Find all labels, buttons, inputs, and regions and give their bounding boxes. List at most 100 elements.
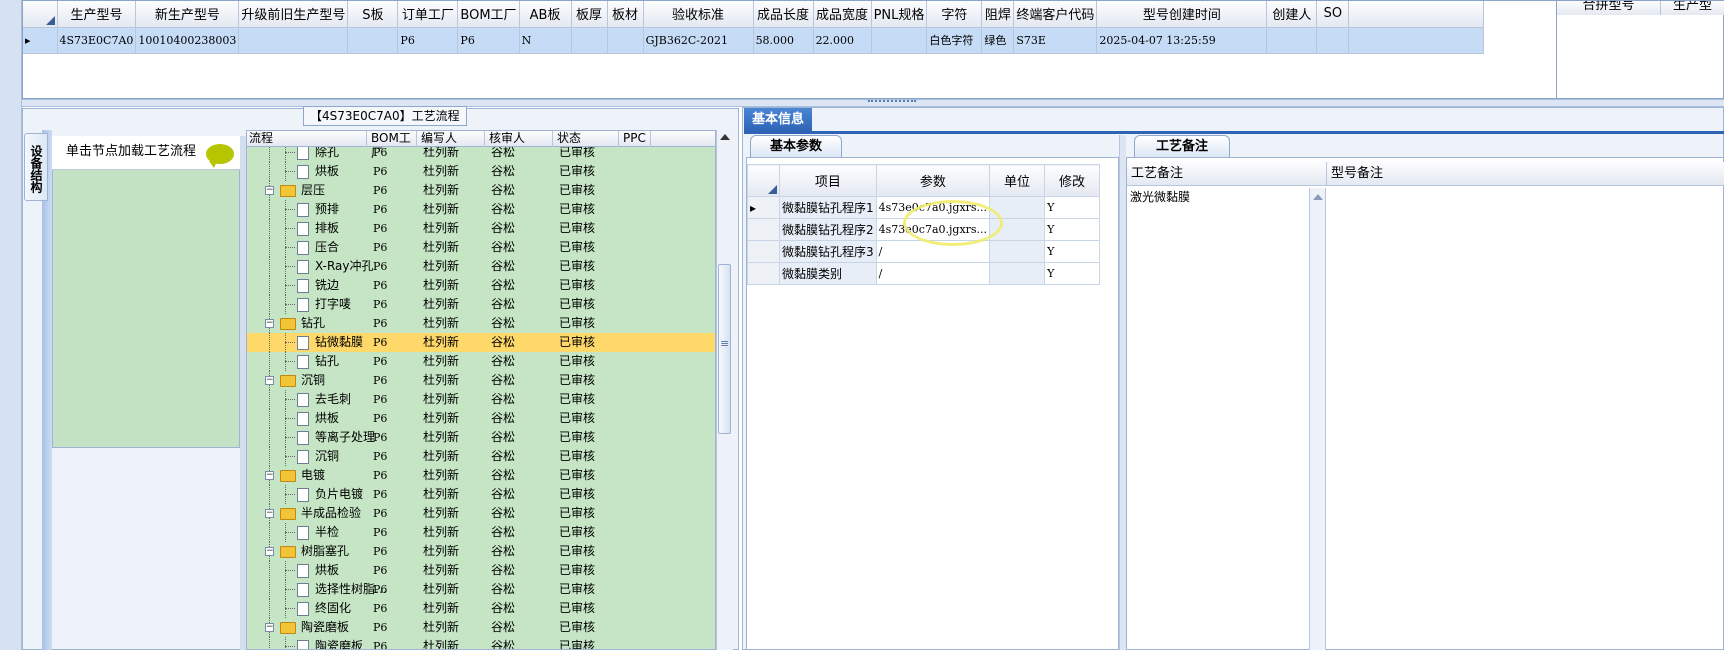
row-indicator-icon[interactable] [747,262,780,285]
tree-row[interactable]: 选择性树脂… P6 杜列新 谷松 已审核 [247,580,715,599]
grid-cell[interactable] [1316,27,1350,54]
grid-cell[interactable] [238,27,349,54]
params-row[interactable]: 微黏膜钻孔程序3/Y [747,240,1101,263]
tree-scroll-thumb[interactable] [718,264,731,434]
params-column-header[interactable]: 参数 [875,164,991,197]
scroll-up-icon[interactable] [1313,194,1323,200]
column-header[interactable]: PNL规格 [871,1,928,28]
scroll-up-icon[interactable] [720,134,730,140]
product-grid[interactable]: 生产型号 新生产型号 升级前旧生产型号 S板 订单工厂 BOM工厂 AB板 板厚 板材 验收标准成… [22,0,1558,99]
tree-row[interactable]: − 树脂塞孔 P6 杜列新 谷松 已审核 [247,542,715,561]
tree-row[interactable]: 铣边 P6 杜列新 谷松 已审核 [247,276,715,295]
grid-cell[interactable] [871,27,928,54]
params-cell-unit[interactable] [989,240,1046,263]
tree-row[interactable]: 等离子处理 P6 杜列新 谷松 已审核 [247,428,715,447]
column-header[interactable]: BOM工厂 [457,1,520,28]
grid-cell[interactable]: P6 [397,27,459,54]
tree-row[interactable]: − 电镀 P6 杜列新 谷松 已审核 [247,466,715,485]
grid-cell[interactable] [571,27,608,54]
grid-cell[interactable] [347,27,399,54]
tree-column-header[interactable]: 核审人 [485,131,553,147]
params-column-header[interactable]: 单位 [989,164,1046,197]
grid-cell[interactable] [607,27,644,54]
tree-row[interactable]: 预排 P6 杜列新 谷松 已审核 [247,200,715,219]
splitter-grip-icon[interactable] [868,100,916,105]
column-header[interactable]: AB板 [519,1,572,28]
tree-column-header[interactable]: PPC [619,131,651,147]
grid-cell[interactable] [1266,27,1318,54]
collapse-icon[interactable]: − [265,376,274,385]
tree-row[interactable]: 终固化 P6 杜列新 谷松 已审核 [247,599,715,618]
tree-row[interactable]: 负片电镀 P6 杜列新 谷松 已审核 [247,485,715,504]
params-cell-mod[interactable]: Y [1044,218,1101,241]
params-cell-param[interactable]: / [875,262,991,285]
tree-column-header[interactable]: BOM工厂 [367,131,417,160]
collapse-icon[interactable]: − [265,623,274,632]
column-header[interactable]: 字符 [926,1,983,28]
tree-column-header[interactable]: 状态 [553,131,619,147]
process-note-text[interactable]: 激光微黏膜 [1130,188,1190,205]
tree-row[interactable]: 沉铜 P6 杜列新 谷松 已审核 [247,447,715,466]
tree-row[interactable]: − 沉铜 P6 杜列新 谷松 已审核 [247,371,715,390]
column-header[interactable]: SO [1316,1,1350,28]
grid-selected-row[interactable]: ▸ 4S73E0C7A0 10010400238003 P6 P6 N GJB362C-20… [23,27,1485,54]
tree-row[interactable]: 烘板 P6 杜列新 谷松 已审核 [247,561,715,580]
params-column-header[interactable]: 项目 [779,164,877,197]
tree-column-header[interactable]: 编写人 [417,131,485,147]
row-indicator-icon[interactable] [747,240,780,263]
params-splitter[interactable] [1119,135,1126,650]
column-header[interactable]: 终端客户代码 [1013,1,1098,28]
tree-row[interactable]: 烘板 P6 杜列新 谷松 已审核 [247,409,715,428]
tree-row[interactable]: − 半成品检验 P6 杜列新 谷松 已审核 [247,504,715,523]
process-tree-grid[interactable]: 除孔 P6 杜列新 谷松 已审核 烘板 P6 杜列新 谷松 已审核 − 层压 P6 杜列新 谷松 已审核 预排 P… [246,130,716,650]
tree-row[interactable]: 钻微黏膜 P6 杜列新 谷松 已审核 [247,333,715,352]
tab-basic-info[interactable]: 基本信息 [744,108,813,132]
column-header[interactable]: 成品长度 [753,1,814,28]
column-header[interactable]: 阻焊 [981,1,1015,28]
column-header[interactable]: S板 [347,1,399,28]
tree-row[interactable]: 陶瓷磨板 P6 杜列新 谷松 已审核 [247,637,715,649]
tree-row[interactable]: 钻孔 P6 杜列新 谷松 已审核 [247,352,715,371]
merge-model-grid[interactable]: 合拼型号 生产型 [1556,0,1724,99]
tab-basic-params[interactable]: 基本参数 [750,135,842,157]
tree-column-header[interactable]: 流程 [249,131,367,147]
grid-cell[interactable]: GJB362C-2021 [643,27,754,54]
grid-cell[interactable]: 绿色 [981,27,1015,54]
tree-row[interactable]: 打字唛 P6 杜列新 谷松 已审核 [247,295,715,314]
params-cell-mod[interactable]: Y [1044,262,1101,285]
row-indicator-icon[interactable] [747,218,780,241]
tree-row[interactable]: − 陶瓷磨板 P6 杜列新 谷松 已审核 [247,618,715,637]
tree-row[interactable]: 烘板 P6 杜列新 谷松 已审核 [247,162,715,181]
collapse-icon[interactable]: − [265,471,274,480]
grid-cell[interactable]: 白色字符 [926,27,983,54]
collapse-icon[interactable]: − [265,186,274,195]
tab-process-notes[interactable]: 工艺备注 [1134,135,1230,157]
notes-scrollbar[interactable] [1309,188,1326,650]
tree-row[interactable]: − 层压 P6 杜列新 谷松 已审核 [247,181,715,200]
collapse-icon[interactable]: − [265,509,274,518]
tree-row[interactable]: X-Ray冲孔 P6 杜列新 谷松 已审核 [247,257,715,276]
grid-cell[interactable]: 4S73E0C7A0 [57,27,137,54]
params-row[interactable]: 微黏膜类别 / Y [747,262,1101,285]
column-header[interactable]: 板材 [607,1,644,28]
column-header[interactable]: 验收标准 [643,1,754,28]
collapse-icon[interactable]: − [265,547,274,556]
column-header[interactable]: 创建人 [1266,1,1318,28]
grid-cell[interactable]: 22.000 [813,27,872,54]
tree-row[interactable]: 半检 P6 杜列新 谷松 已审核 [247,523,715,542]
chat-bubble-icon[interactable] [206,144,234,168]
params-cell-mod[interactable]: Y [1044,196,1101,219]
grid-cell[interactable]: 2025-04-07 13:25:59 [1096,27,1268,54]
column-header[interactable]: 成品宽度 [813,1,872,28]
column-header[interactable]: 升级前旧生产型号 [238,1,349,28]
params-cell-mod[interactable]: Y [1044,240,1101,263]
params-cell-unit[interactable] [989,262,1046,285]
column-header[interactable]: 订单工厂 [397,1,459,28]
column-header[interactable]: 新生产型号 [135,1,240,28]
column-header[interactable]: 生产型号 [57,1,137,28]
grid-cell[interactable]: N [519,27,572,54]
tree-row[interactable]: 去毛刺 P6 杜列新 谷松 已审核 [247,390,715,409]
tree-row[interactable]: 排板 P6 杜列新 谷松 已审核 [247,219,715,238]
collapse-icon[interactable]: − [265,319,274,328]
tree-row[interactable]: − 钻孔 P6 杜列新 谷松 已审核 [247,314,715,333]
